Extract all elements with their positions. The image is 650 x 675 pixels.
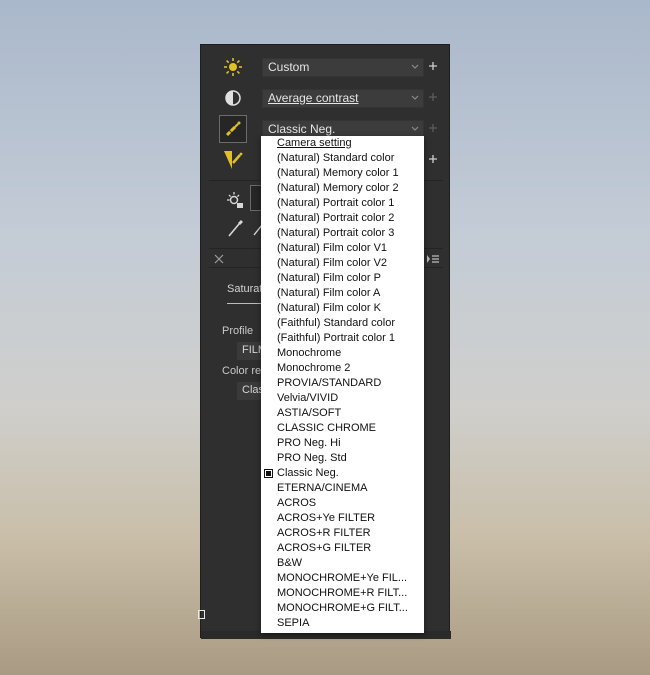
- sun-icon[interactable]: [219, 53, 247, 81]
- dropdown-option[interactable]: Velvia/VIVID: [277, 391, 422, 406]
- selected-check-icon: [264, 469, 273, 478]
- dropdown-option[interactable]: SEPIA: [277, 616, 422, 631]
- dropdown-option[interactable]: PRO Neg. Std: [277, 451, 422, 466]
- dropdown-option[interactable]: (Natural) Portrait color 3: [277, 226, 422, 241]
- tab-underline: [227, 303, 263, 304]
- add-icon[interactable]: [428, 92, 438, 102]
- close-icon[interactable]: [214, 254, 224, 264]
- dropdown-option[interactable]: (Natural) Film color K: [277, 301, 422, 316]
- add-icon[interactable]: [428, 123, 438, 133]
- dropdown-option[interactable]: CLASSIC CHROME: [277, 421, 422, 436]
- gradient-filter-icon[interactable]: [219, 146, 247, 174]
- chevron-down-icon: [411, 64, 419, 69]
- dropdown-option[interactable]: (Faithful) Standard color: [277, 316, 422, 331]
- dropdown-option[interactable]: (Natural) Memory color 1: [277, 166, 422, 181]
- dropdown-option[interactable]: Classic Neg.: [277, 466, 422, 481]
- dropdown-option[interactable]: ACROS: [277, 496, 422, 511]
- dropdown-option[interactable]: ACROS+R FILTER: [277, 526, 422, 541]
- dropdown-option[interactable]: PRO Neg. Hi: [277, 436, 422, 451]
- contrast-select-value: Average contrast: [268, 91, 359, 105]
- tone-row: Custom: [201, 53, 451, 81]
- dropdown-option[interactable]: (Natural) Memory color 2: [277, 181, 422, 196]
- dropdown-option[interactable]: Monochrome: [277, 346, 422, 361]
- dropdown-option[interactable]: (Natural) Film color P: [277, 271, 422, 286]
- contrast-icon[interactable]: [219, 84, 247, 112]
- dropdown-option[interactable]: Monochrome 2: [277, 361, 422, 376]
- dropdown-option[interactable]: ACROS+Ye FILTER: [277, 511, 422, 526]
- dropdown-option[interactable]: ACROS+G FILTER: [277, 541, 422, 556]
- color-rendering-select[interactable]: Clas: [237, 382, 264, 400]
- dropdown-option[interactable]: ASTIA/SOFT: [277, 406, 422, 421]
- color-rendering-label: Color re: [222, 365, 262, 377]
- dropdown-option[interactable]: MONOCHROME+G FILT...: [277, 601, 422, 616]
- color-wand-icon[interactable]: [219, 115, 247, 143]
- dropdown-option[interactable]: MONOCHROME+R FILT...: [277, 586, 422, 601]
- add-icon[interactable]: [428, 61, 438, 71]
- exposure-tool-icon[interactable]: [225, 190, 245, 210]
- left-edge-marker: [198, 610, 205, 619]
- film-simulation-dropdown: Camera setting (Natural) Standard color (N…: [261, 136, 424, 633]
- dropdown-option[interactable]: (Natural) Standard color: [277, 151, 422, 166]
- tone-select-value: Custom: [268, 60, 310, 74]
- chevron-down-icon: [411, 95, 419, 100]
- brush-icon[interactable]: [225, 219, 245, 239]
- tab-saturation[interactable]: Saturat: [227, 283, 262, 295]
- dropdown-option[interactable]: (Natural) Film color A: [277, 286, 422, 301]
- chevron-down-icon: [411, 126, 419, 131]
- profile-label: Profile: [222, 325, 254, 337]
- dropdown-option[interactable]: (Natural) Film color V1: [277, 241, 422, 256]
- dropdown-option[interactable]: MONOCHROME+Ye FIL...: [277, 571, 422, 586]
- film-simulation-select-value: Classic Neg.: [268, 122, 336, 136]
- contrast-select[interactable]: Average contrast: [262, 89, 424, 108]
- dropdown-option[interactable]: (Faithful) Portrait color 1: [277, 331, 422, 346]
- dropdown-option[interactable]: B&W: [277, 556, 422, 571]
- dropdown-option[interactable]: (Natural) Portrait color 1: [277, 196, 422, 211]
- dropdown-option[interactable]: Camera setting: [277, 136, 422, 151]
- dropdown-option[interactable]: (Natural) Portrait color 2: [277, 211, 422, 226]
- dropdown-option[interactable]: PROVIA/STANDARD: [277, 376, 422, 391]
- add-icon[interactable]: [428, 154, 438, 164]
- tone-select[interactable]: Custom: [262, 58, 424, 77]
- tab-saturation-label: Saturat: [227, 283, 263, 295]
- dropdown-option[interactable]: ETERNA/CINEMA: [277, 481, 422, 496]
- panel-menu-icon[interactable]: [426, 254, 440, 264]
- profile-select[interactable]: FILM: [237, 342, 267, 360]
- contrast-row: Average contrast: [201, 84, 451, 112]
- dropdown-option[interactable]: (Natural) Film color V2: [277, 256, 422, 271]
